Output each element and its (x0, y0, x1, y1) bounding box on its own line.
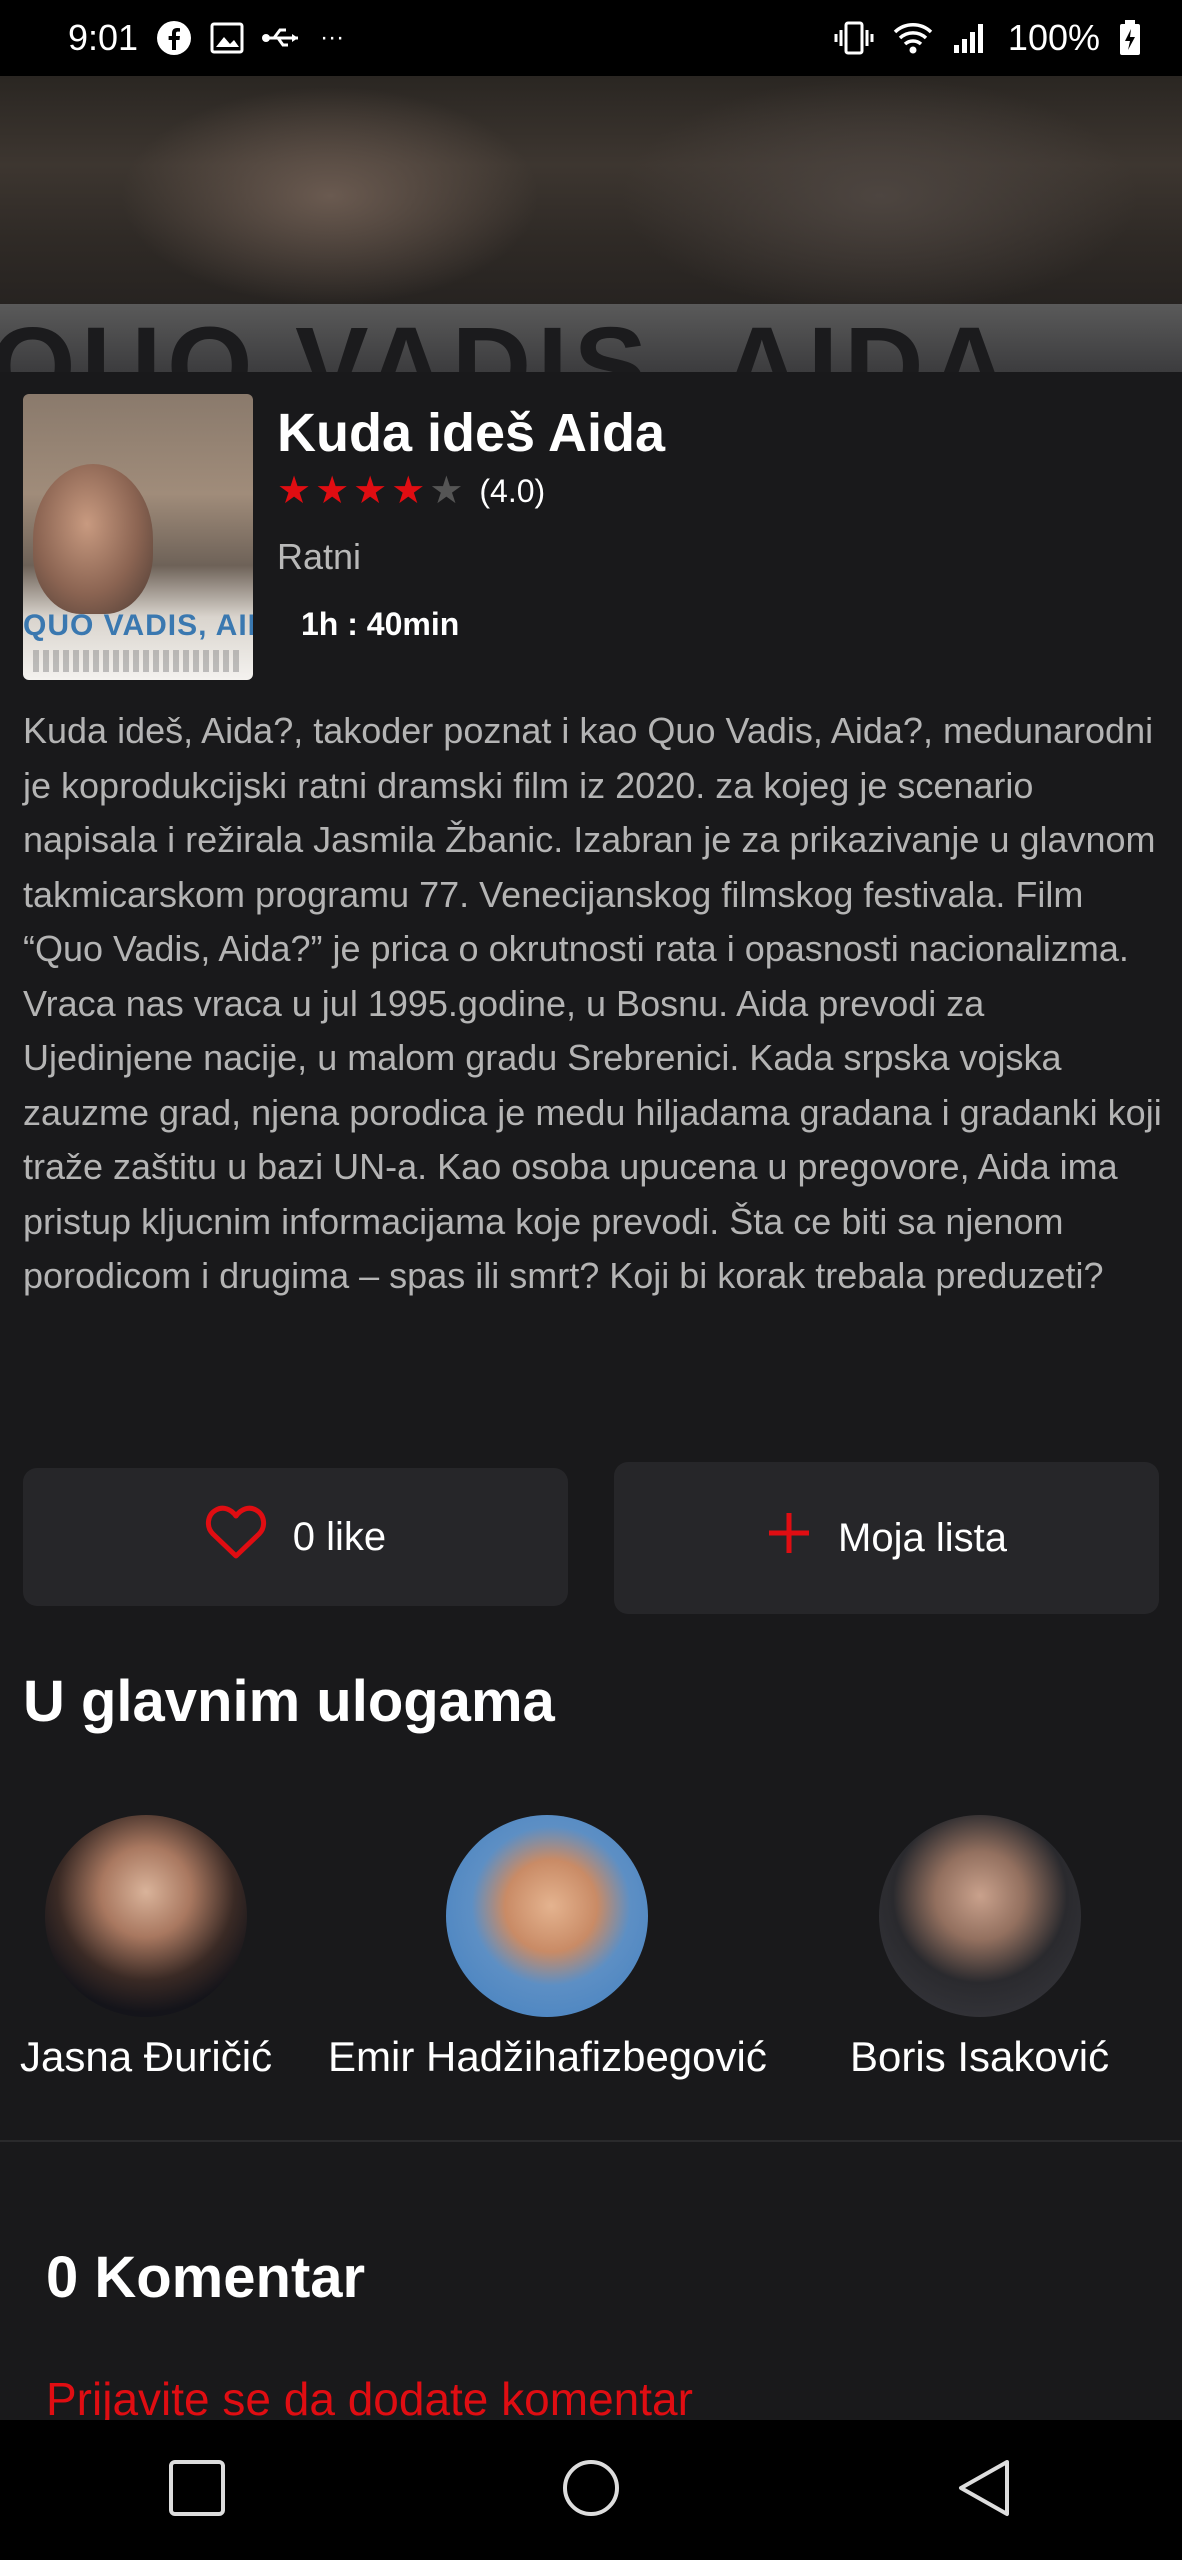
image-icon (210, 21, 244, 55)
recent-apps-icon[interactable] (167, 2458, 227, 2523)
like-button[interactable]: 0 like (23, 1468, 568, 1606)
facebook-icon (156, 20, 192, 56)
cast-name: Jasna Đuričić (20, 2033, 273, 2080)
hero-backdrop-text: QUO VADIS, AIDA (0, 305, 1016, 373)
vibrate-icon (834, 20, 874, 56)
login-to-comment-link[interactable]: Prijavite se da dodate komentar (46, 2372, 693, 2426)
star-icon: ★ (391, 470, 426, 513)
system-nav-bar (0, 2420, 1182, 2560)
cast-section-title: U glavnim ulogama (23, 1669, 555, 1734)
signal-icon (952, 21, 990, 55)
movie-meta: Kuda ideš Aida ★ ★ ★ ★ ★ (4.0) Ratni 1h … (277, 394, 665, 680)
back-icon[interactable] (955, 2458, 1015, 2523)
movie-poster: QUO VADIS, AIDA (23, 394, 253, 680)
add-to-list-button[interactable]: Moja lista (614, 1462, 1159, 1614)
my-list-label: Moja lista (838, 1515, 1007, 1560)
cast-name: Emir Hadžihafizbegović (328, 2033, 767, 2080)
movie-genre: Ratni (277, 536, 362, 578)
battery-icon (1118, 19, 1142, 57)
heart-icon (205, 1504, 267, 1570)
like-count-label: 0 like (292, 1514, 387, 1559)
movie-description: Kuda ideš, Aida?, takoder poznat i kao Q… (23, 710, 1162, 1296)
plus-icon (766, 1510, 812, 1566)
movie-title: Kuda ideš Aida (277, 403, 666, 463)
status-time: 9:01 (68, 17, 139, 58)
section-divider (0, 2140, 1182, 2142)
cast-avatar (45, 1815, 248, 2017)
movie-duration: 1h : 40min (301, 606, 460, 643)
cast-member[interactable]: Emir Hadžihafizbegović (328, 1815, 767, 2081)
comments-title: 0 Komentar (46, 2245, 366, 2310)
cast-avatar (446, 1815, 649, 2017)
cast-member[interactable]: Jasna Đuričić (20, 1815, 272, 2081)
battery-percentage: 100% (1007, 17, 1100, 58)
hero-backdrop: QUO VADIS, AIDA (0, 76, 1182, 372)
poster-title: QUO VADIS, AIDA (23, 609, 253, 642)
movie-header: QUO VADIS, AIDA Kuda ideš Aida ★ ★ ★ ★ ★… (23, 394, 665, 680)
home-icon[interactable] (561, 2458, 621, 2523)
cast-name: Boris Isaković (850, 2033, 1110, 2080)
cast-avatar (878, 1815, 1081, 2017)
star-icon: ★ (315, 470, 350, 513)
rating-row: ★ ★ ★ ★ ★ (4.0) (277, 472, 665, 510)
star-icon: ★ (429, 470, 464, 513)
wifi-icon (892, 20, 934, 56)
cast-member[interactable]: Boris Isaković (850, 1815, 1109, 2081)
rating-stars: ★ ★ ★ ★ ★ (277, 472, 463, 510)
status-bar: 9:01 ··· 100% (0, 0, 1182, 76)
usb-icon (262, 23, 302, 53)
rating-value: (4.0) (479, 472, 546, 509)
star-icon: ★ (353, 470, 388, 513)
more-dots-icon: ··· (320, 24, 345, 51)
star-icon: ★ (277, 470, 312, 513)
